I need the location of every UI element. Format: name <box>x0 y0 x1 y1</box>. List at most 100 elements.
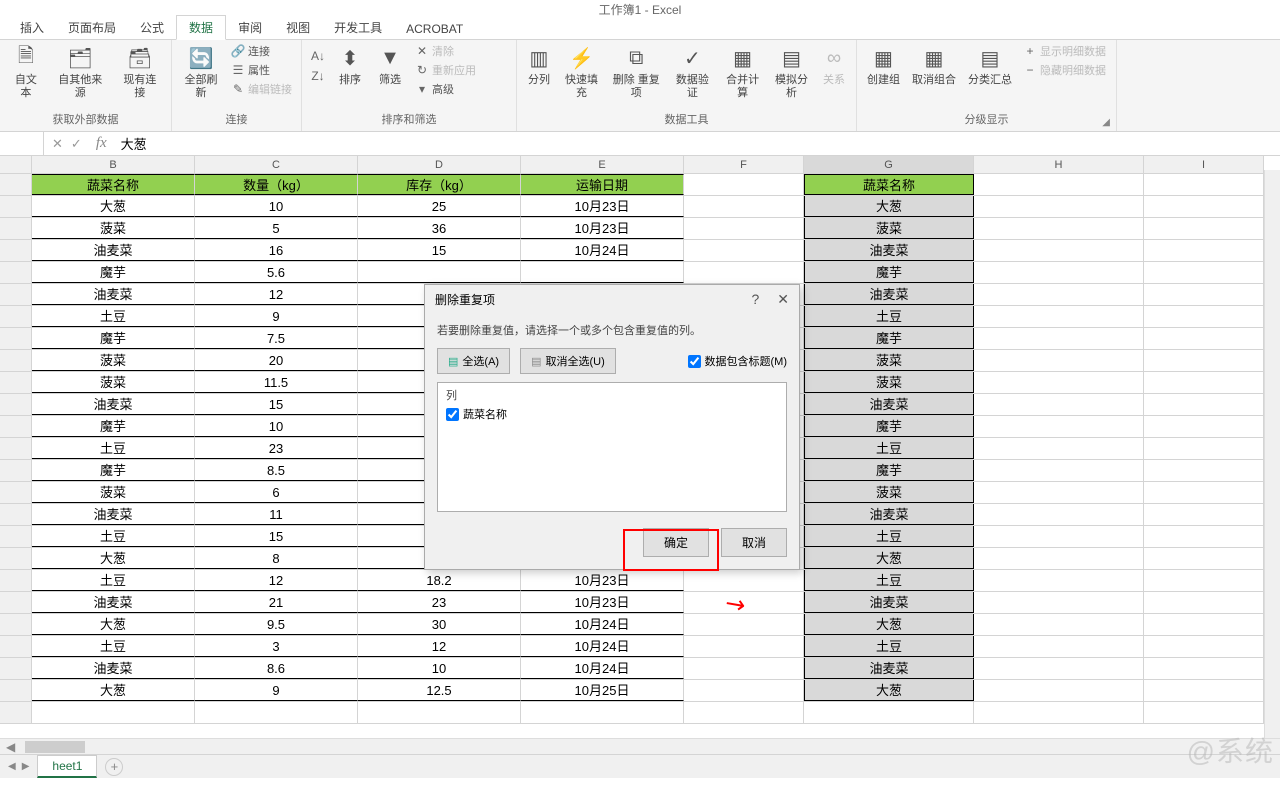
cell[interactable] <box>1144 658 1264 679</box>
cell[interactable]: 15 <box>195 526 358 547</box>
cell[interactable]: 数量（kg） <box>195 174 358 195</box>
cell[interactable]: 土豆 <box>32 438 195 459</box>
cell[interactable] <box>1144 416 1264 437</box>
cell[interactable]: 12 <box>195 284 358 305</box>
advanced-filter-button[interactable]: ▾高级 <box>412 80 479 98</box>
cell[interactable]: 运输日期 <box>521 174 684 195</box>
cell[interactable]: 11 <box>195 504 358 525</box>
cell[interactable] <box>974 504 1144 525</box>
cell[interactable] <box>1144 636 1264 657</box>
cell[interactable]: 20 <box>195 350 358 371</box>
flash-fill-button[interactable]: ⚡快速填充 <box>559 42 604 102</box>
cell[interactable]: 油麦菜 <box>804 394 974 415</box>
cell[interactable] <box>974 592 1144 613</box>
cell[interactable]: 土豆 <box>32 306 195 327</box>
relationships-button[interactable]: ∞关系 <box>818 42 850 89</box>
cell[interactable] <box>974 174 1144 195</box>
cell[interactable] <box>684 240 804 261</box>
cell[interactable]: 10月23日 <box>521 196 684 217</box>
cell[interactable]: 菠菜 <box>804 350 974 371</box>
cell[interactable]: 10月24日 <box>521 636 684 657</box>
cell[interactable]: 18.2 <box>358 570 521 591</box>
cell[interactable] <box>1144 196 1264 217</box>
cell[interactable] <box>1144 372 1264 393</box>
cell[interactable]: 23 <box>358 592 521 613</box>
fx-icon[interactable]: fx <box>90 135 113 152</box>
cell[interactable]: 3 <box>195 636 358 657</box>
cell[interactable]: 10月24日 <box>521 614 684 635</box>
cell[interactable] <box>684 196 804 217</box>
col-header-C[interactable]: C <box>195 156 358 173</box>
col-header-D[interactable]: D <box>358 156 521 173</box>
select-all-button[interactable]: ▤全选(A) <box>437 348 510 374</box>
tab-data[interactable]: 数据 <box>176 15 226 40</box>
cell[interactable]: 9.5 <box>195 614 358 635</box>
cell[interactable]: 油麦菜 <box>804 658 974 679</box>
cell[interactable]: 5.6 <box>195 262 358 283</box>
cell[interactable]: 大葱 <box>32 548 195 569</box>
cell[interactable]: 21 <box>195 592 358 613</box>
cell[interactable] <box>974 438 1144 459</box>
cell[interactable] <box>974 240 1144 261</box>
cell[interactable]: 10月23日 <box>521 218 684 239</box>
tab-review[interactable]: 审阅 <box>226 16 274 39</box>
cell[interactable] <box>684 658 804 679</box>
cell[interactable]: 库存（kg） <box>358 174 521 195</box>
cell[interactable]: 6 <box>195 482 358 503</box>
cell[interactable] <box>1144 218 1264 239</box>
cell[interactable]: 魔芋 <box>804 460 974 481</box>
tab-insert[interactable]: 插入 <box>8 16 56 39</box>
dialog-help-icon[interactable]: ? <box>751 291 759 308</box>
cell[interactable]: 菠菜 <box>32 218 195 239</box>
cell[interactable]: 10 <box>358 658 521 679</box>
remove-duplicates-button[interactable]: ⧉删除 重复项 <box>608 42 665 102</box>
existing-connections-button[interactable]: 🗃现有连接 <box>115 42 165 102</box>
list-item[interactable]: 蔬菜名称 <box>446 406 778 422</box>
cell[interactable]: 土豆 <box>32 570 195 591</box>
group-button[interactable]: ▦创建组 <box>863 42 904 89</box>
cell[interactable]: 油麦菜 <box>804 284 974 305</box>
cell[interactable] <box>684 262 804 283</box>
cell[interactable]: 油麦菜 <box>804 592 974 613</box>
cell[interactable] <box>1144 262 1264 283</box>
cell[interactable]: 大葱 <box>32 680 195 701</box>
cell[interactable]: 12 <box>358 636 521 657</box>
edit-links-button[interactable]: ✎编辑链接 <box>228 80 295 98</box>
cell[interactable]: 魔芋 <box>32 262 195 283</box>
cell[interactable]: 菠菜 <box>804 372 974 393</box>
cell[interactable]: 菠菜 <box>32 372 195 393</box>
cell[interactable]: 10月24日 <box>521 240 684 261</box>
sort-az-button[interactable]: A↓ <box>308 48 328 64</box>
cell[interactable] <box>358 702 521 723</box>
cell[interactable]: 25 <box>358 196 521 217</box>
cell[interactable] <box>974 658 1144 679</box>
cell[interactable] <box>974 372 1144 393</box>
expand-icon[interactable]: ◢ <box>1102 117 1110 128</box>
cell[interactable]: 菠菜 <box>32 482 195 503</box>
cell[interactable] <box>1144 504 1264 525</box>
cell[interactable]: 魔芋 <box>804 328 974 349</box>
cell[interactable] <box>974 570 1144 591</box>
cell[interactable]: 油麦菜 <box>804 504 974 525</box>
cell[interactable] <box>684 614 804 635</box>
cell[interactable]: 16 <box>195 240 358 261</box>
col-header-H[interactable]: H <box>974 156 1144 173</box>
cell[interactable] <box>195 702 358 723</box>
formula-input[interactable] <box>113 136 1280 151</box>
cell[interactable] <box>521 702 684 723</box>
tab-page-layout[interactable]: 页面布局 <box>56 16 128 39</box>
cell[interactable] <box>974 328 1144 349</box>
cell[interactable]: 10月24日 <box>521 658 684 679</box>
col-header-I[interactable]: I <box>1144 156 1264 173</box>
cell[interactable]: 魔芋 <box>32 328 195 349</box>
cell[interactable]: 魔芋 <box>32 460 195 481</box>
cell[interactable] <box>1144 350 1264 371</box>
refresh-all-button[interactable]: 🔄全部刷新 <box>178 42 224 102</box>
sort-za-button[interactable]: Z↓ <box>308 68 328 84</box>
col-header-G[interactable]: G <box>804 156 974 173</box>
cell[interactable] <box>974 636 1144 657</box>
cell[interactable] <box>684 702 804 723</box>
sort-button[interactable]: ⬍排序 <box>332 42 368 89</box>
cell[interactable]: 油麦菜 <box>32 394 195 415</box>
sheet-tab-1[interactable]: heet1 <box>37 755 97 778</box>
